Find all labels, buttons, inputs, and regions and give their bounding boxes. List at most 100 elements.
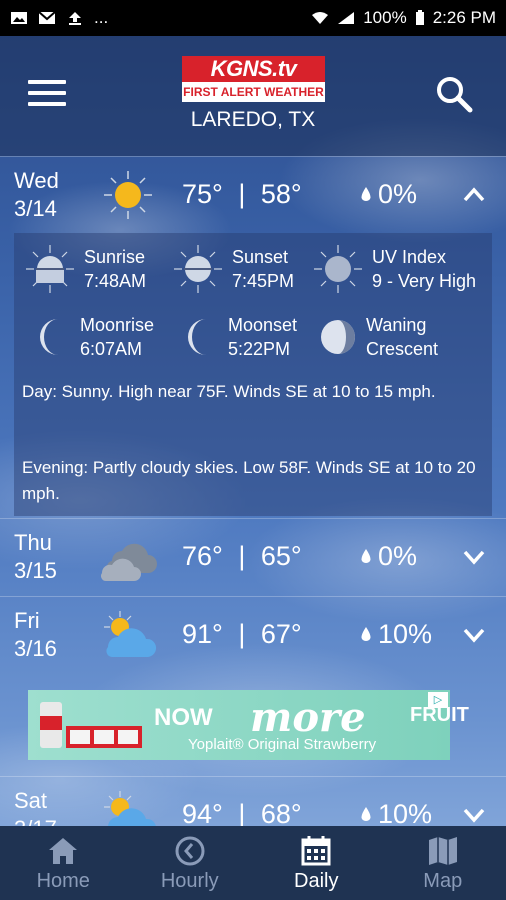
uv-index-icon: [314, 245, 362, 293]
sunrise-icon: [26, 245, 74, 293]
tab-daily[interactable]: Daily: [253, 826, 380, 900]
temperature-range: 91° | 67°: [182, 619, 302, 650]
battery-icon: [415, 10, 424, 25]
low-temp: 67°: [260, 619, 302, 649]
high-temp: 75°: [182, 179, 223, 209]
low-temp: 65°: [260, 541, 302, 571]
day-name: Fri: [14, 608, 40, 633]
sunrise-label: Sunrise: [84, 247, 146, 267]
tab-label: Home: [36, 870, 90, 892]
day-date: 3/14: [14, 196, 57, 221]
uv-label: UV Index: [372, 247, 447, 267]
precip-chance: 10%: [360, 619, 432, 650]
cloudy-icon: [101, 543, 157, 581]
clock-back-icon: [175, 836, 205, 866]
chevron-down-icon[interactable]: [462, 625, 486, 643]
signal-icon: [338, 12, 355, 24]
raindrop-icon: [361, 186, 371, 201]
upload-notification-icon: [69, 12, 81, 25]
sunset-time: 7:45PM: [232, 271, 295, 291]
moonset-info: Moonset 5:22PM: [180, 313, 297, 361]
temp-separator: |: [238, 541, 246, 571]
day-date: 3/15: [14, 558, 57, 583]
low-temp: 68°: [260, 799, 302, 829]
precip-chance: 0%: [360, 179, 417, 210]
high-temp: 76°: [182, 541, 223, 571]
home-icon: [49, 838, 78, 864]
moon-phase-line1: Waning: [366, 315, 427, 335]
tab-label: Hourly: [160, 870, 219, 892]
tab-home[interactable]: Home: [0, 826, 127, 900]
sunrise-info: Sunrise 7:48AM: [24, 243, 146, 295]
day-name: Sat: [14, 788, 48, 813]
day-label: Wed 3/14: [14, 167, 59, 223]
precip-value: 10%: [378, 619, 433, 649]
calendar-icon: [301, 836, 331, 866]
more-notifications: ...: [94, 8, 109, 27]
chevron-up-icon[interactable]: [462, 185, 486, 203]
moonrise-time: 6:07AM: [80, 339, 143, 359]
moonset-time: 5:22PM: [228, 339, 291, 359]
ad-choices-icon[interactable]: ▷: [428, 692, 448, 708]
menu-button[interactable]: [28, 80, 66, 108]
status-bar: ... 100% 2:26 PM: [0, 0, 506, 36]
temperature-range: 76° | 65°: [182, 541, 302, 572]
forecast-row-wed[interactable]: Wed 3/14 75° | 58° 0%: [0, 156, 506, 234]
partly-cloudy-icon: [104, 611, 157, 657]
day-date: 3/16: [14, 636, 57, 661]
app-header: KGNS.tv FIRST ALERT WEATHER LAREDO, TX: [0, 36, 506, 156]
tab-label: Map: [423, 870, 463, 892]
moon-phase-info: Waning Crescent: [318, 313, 438, 361]
tab-map[interactable]: Map: [380, 826, 506, 900]
uv-value: 9 - Very High: [372, 271, 477, 291]
chevron-down-icon[interactable]: [462, 547, 486, 565]
logo-title: KGNS.tv: [182, 56, 325, 82]
tab-label: Daily: [294, 870, 339, 892]
sunset-label: Sunset: [232, 247, 289, 267]
temperature-range: 75° | 58°: [182, 179, 302, 210]
uv-index-info: UV Index 9 - Very High: [312, 243, 476, 295]
temp-separator: |: [238, 799, 246, 829]
low-temp: 58°: [260, 179, 302, 209]
moonrise-label: Moonrise: [80, 315, 155, 335]
clock: 2:26 PM: [432, 8, 496, 27]
raindrop-icon: [361, 548, 371, 563]
precip-value: 0%: [378, 541, 418, 571]
station-logo: KGNS.tv FIRST ALERT WEATHER: [182, 56, 325, 104]
sunset-info: Sunset 7:45PM: [172, 243, 294, 295]
moonset-label: Moonset: [228, 315, 298, 335]
sunrise-time: 7:48AM: [84, 271, 147, 291]
logo-subtitle: FIRST ALERT WEATHER: [182, 82, 325, 102]
image-notification-icon: [11, 12, 27, 24]
forecast-row-thu[interactable]: Thu 3/15 76° | 65° 0%: [0, 518, 506, 596]
ad-now-text: NOW: [154, 704, 213, 731]
precip-value: 0%: [378, 179, 418, 209]
chevron-down-icon[interactable]: [462, 805, 486, 823]
location-label: LAREDO, TX: [190, 108, 316, 131]
moonset-icon: [188, 319, 206, 355]
yogurt-product-image: [40, 702, 142, 748]
sunny-icon: [104, 171, 152, 219]
day-label: Thu 3/15: [14, 529, 57, 585]
high-temp: 91°: [182, 619, 223, 649]
tab-hourly[interactable]: Hourly: [127, 826, 254, 900]
precip-chance: 0%: [360, 541, 417, 572]
day-name: Wed: [14, 168, 59, 193]
moon-phase-icon: [321, 320, 355, 354]
bottom-tab-bar: Home Hourly Daily Map: [0, 826, 506, 900]
ad-more-text: more: [250, 694, 366, 741]
sunset-icon: [174, 245, 222, 293]
mail-notification-icon: [38, 11, 56, 24]
raindrop-icon: [361, 806, 371, 821]
day-details-panel: Sunrise 7:48AM Sunset 7:45PM UV Index 9 - V…: [14, 233, 492, 516]
ad-banner[interactable]: NOW more FRUIT Yoplait® Original Strawbe…: [28, 690, 469, 760]
evening-description: Evening: Partly cloudy skies. Low 58F. W…: [22, 458, 476, 503]
temp-separator: |: [238, 179, 246, 209]
day-label: Fri 3/16: [14, 607, 57, 663]
battery-percent: 100%: [363, 8, 407, 27]
forecast-row-fri[interactable]: Fri 3/16 91° | 67° 10%: [0, 596, 506, 674]
search-icon[interactable]: [434, 74, 474, 114]
moon-phase-line2: Crescent: [366, 339, 439, 359]
moonrise-icon: [40, 319, 58, 355]
day-description: Day: Sunny. High near 75F. Winds SE at 1…: [22, 382, 436, 401]
